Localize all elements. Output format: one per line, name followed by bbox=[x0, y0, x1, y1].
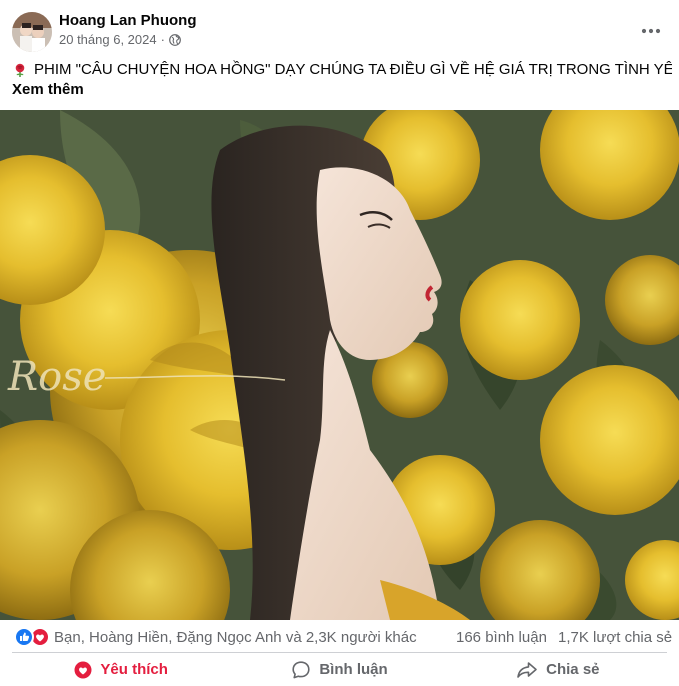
shares-count[interactable]: 1,7K lượt chia sẻ bbox=[558, 629, 672, 647]
see-more-link[interactable]: Xem thêm bbox=[12, 80, 84, 100]
share-icon bbox=[517, 661, 537, 678]
comment-button[interactable]: Bình luận bbox=[230, 653, 448, 686]
image-overlay-text: Rose bbox=[7, 354, 106, 400]
post-date[interactable]: 20 tháng 6, 2024 bbox=[59, 32, 157, 48]
share-label: Chia sẻ bbox=[546, 661, 600, 678]
rose-emoji-icon bbox=[12, 62, 28, 78]
woman-with-yellow-roses-image: Rose bbox=[0, 110, 679, 620]
comment-label: Bình luận bbox=[319, 661, 388, 678]
avatar-image bbox=[12, 12, 52, 52]
post-header: Hoang Lan Phuong 20 tháng 6, 2024 · bbox=[0, 0, 679, 62]
post-meta: 20 tháng 6, 2024 · bbox=[59, 32, 181, 48]
like-button[interactable]: Yêu thích bbox=[12, 653, 230, 686]
meta-separator: · bbox=[160, 32, 165, 47]
comment-icon bbox=[292, 660, 310, 678]
more-options-button[interactable] bbox=[637, 17, 665, 45]
post-actions: Yêu thích Bình luận Chia sẻ bbox=[12, 653, 667, 686]
reactions-bar: Bạn, Hoàng Hiền, Đặng Ngọc Anh và 2,3K n… bbox=[0, 622, 679, 652]
share-button[interactable]: Chia sẻ bbox=[449, 653, 667, 686]
globe-icon[interactable] bbox=[169, 34, 181, 46]
post-image[interactable]: Rose bbox=[0, 110, 679, 620]
post-caption: PHIM "CÂU CHUYỆN HOA HỒNG" DẠY CHÚNG TA … bbox=[12, 60, 672, 100]
author-name[interactable]: Hoang Lan Phuong bbox=[59, 12, 196, 30]
facebook-post: Hoang Lan Phuong 20 tháng 6, 2024 · PHIM… bbox=[0, 0, 679, 686]
ellipsis-icon bbox=[641, 28, 661, 34]
reaction-icons[interactable] bbox=[14, 627, 50, 647]
love-icon bbox=[74, 661, 92, 678]
reactions-summary[interactable]: Bạn, Hoàng Hiền, Đặng Ngọc Anh và 2,3K n… bbox=[54, 629, 417, 647]
comments-count[interactable]: 166 bình luận bbox=[456, 629, 547, 647]
like-icon bbox=[14, 627, 34, 647]
caption-text: PHIM "CÂU CHUYỆN HOA HỒNG" DẠY CHÚNG TA … bbox=[34, 61, 672, 78]
like-label: Yêu thích bbox=[100, 661, 168, 678]
author-avatar[interactable] bbox=[12, 12, 52, 52]
